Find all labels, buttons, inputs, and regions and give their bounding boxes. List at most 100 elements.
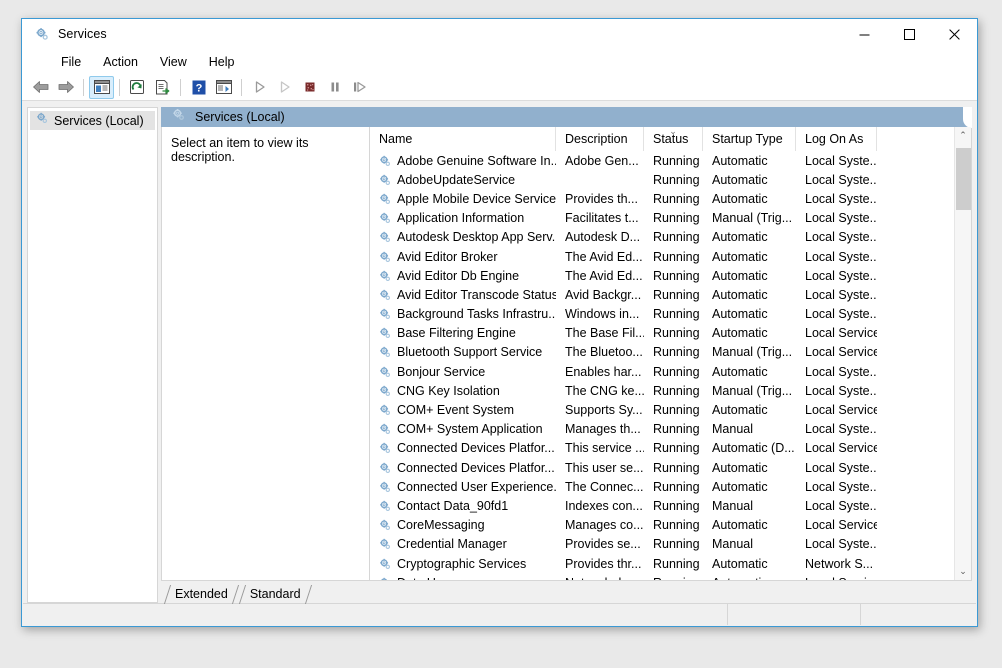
resume-service-icon[interactable] <box>272 76 297 99</box>
table-row[interactable]: Data UsageNetwork da...RunningAutomaticL… <box>370 573 954 580</box>
cell-logon: Local Syste... <box>796 192 877 206</box>
toolbar-separator <box>119 79 120 96</box>
table-row[interactable]: Connected Devices Platfor...This user se… <box>370 458 954 477</box>
table-row[interactable]: Bluetooth Support ServiceThe Bluetoo...R… <box>370 343 954 362</box>
show-hide-action-pane-icon[interactable] <box>211 76 236 99</box>
table-row[interactable]: Connected Devices Platfor...This service… <box>370 439 954 458</box>
cell-text: Application Information <box>397 211 524 225</box>
cell-status: Running <box>644 173 703 187</box>
menu-view[interactable]: View <box>149 52 198 72</box>
tree-node-services-local[interactable]: Services (Local) <box>30 111 155 130</box>
table-row[interactable]: Cryptographic ServicesProvides thr...Run… <box>370 554 954 573</box>
restart-service-icon[interactable] <box>347 76 372 99</box>
table-row[interactable]: Avid Editor Transcode StatusAvid Backgr.… <box>370 285 954 304</box>
table-row[interactable]: COM+ System ApplicationManages th...Runn… <box>370 420 954 439</box>
scroll-down-button[interactable]: ⌄ <box>955 563 972 580</box>
cell-description: The Base Fil... <box>556 326 644 340</box>
service-gear-icon <box>378 154 392 168</box>
table-row[interactable]: Contact Data_90fd1Indexes con...RunningM… <box>370 496 954 515</box>
start-service-icon[interactable] <box>247 76 272 99</box>
cell-startup: Manual (Trig... <box>703 345 796 359</box>
cell-text: Bluetooth Support Service <box>397 345 542 359</box>
table-row[interactable]: Background Tasks Infrastru...Windows in.… <box>370 305 954 324</box>
cell-text: Background Tasks Infrastru... <box>397 307 556 321</box>
column-header-name[interactable]: Name <box>370 127 556 151</box>
service-gear-icon <box>378 384 392 398</box>
cell-text: COM+ System Application <box>397 422 543 436</box>
cell-text: Avid Editor Db Engine <box>397 269 519 283</box>
console-tree-pane: Services (Local) <box>27 107 158 603</box>
maximize-button[interactable] <box>887 19 932 49</box>
table-row[interactable]: Apple Mobile Device ServiceProvides th..… <box>370 189 954 208</box>
table-row[interactable]: Avid Editor Db EngineThe Avid Ed...Runni… <box>370 266 954 285</box>
table-row[interactable]: CoreMessagingManages co...RunningAutomat… <box>370 516 954 535</box>
cell-text: Credential Manager <box>397 537 507 551</box>
table-row[interactable]: Base Filtering EngineThe Base Fil...Runn… <box>370 324 954 343</box>
service-gear-icon <box>378 269 392 283</box>
cell-status: Running <box>644 537 703 551</box>
menu-action[interactable]: Action <box>92 52 149 72</box>
table-row[interactable]: Credential ManagerProvides se...RunningM… <box>370 535 954 554</box>
close-button[interactable] <box>932 19 977 49</box>
column-header-status[interactable]: ⌄ Status <box>644 127 703 151</box>
show-hide-console-tree-icon[interactable] <box>89 76 114 99</box>
scroll-up-button[interactable]: ⌃ <box>955 127 972 144</box>
list-vertical-scrollbar[interactable]: ⌃ ⌄ <box>954 127 971 580</box>
cell-startup: Automatic <box>703 365 796 379</box>
forward-icon[interactable] <box>53 76 78 99</box>
cell-status: Running <box>644 269 703 283</box>
refresh-icon[interactable] <box>125 76 150 99</box>
service-gear-icon <box>378 576 392 580</box>
cell-startup: Manual (Trig... <box>703 211 796 225</box>
cell-description: Provides th... <box>556 192 644 206</box>
service-gear-icon <box>378 365 392 379</box>
service-gear-icon <box>378 345 392 359</box>
cell-description: Manages th... <box>556 422 644 436</box>
cell-text: Bonjour Service <box>397 365 485 379</box>
cell-description: The Avid Ed... <box>556 250 644 264</box>
cell-status: Running <box>644 365 703 379</box>
table-row[interactable]: Adobe Genuine Software In...Adobe Gen...… <box>370 151 954 170</box>
cell-status: Running <box>644 154 703 168</box>
cell-text: Data Usage <box>397 576 463 580</box>
services-gear-icon <box>34 26 50 42</box>
column-header-description[interactable]: Description <box>556 127 644 151</box>
column-header-startup-type[interactable]: Startup Type <box>703 127 796 151</box>
cell-text: Connected Devices Platfor... <box>397 441 555 455</box>
column-header-log-on-as[interactable]: Log On As <box>796 127 877 151</box>
scroll-thumb[interactable] <box>956 148 971 210</box>
scroll-track[interactable] <box>955 144 972 563</box>
service-gear-icon <box>378 499 392 513</box>
table-row[interactable]: Application InformationFacilitates t...R… <box>370 209 954 228</box>
cell-name: Data Usage <box>370 576 556 580</box>
stop-service-icon[interactable] <box>297 76 322 99</box>
cell-name: Bonjour Service <box>370 365 556 379</box>
cell-startup: Automatic <box>703 326 796 340</box>
table-row[interactable]: Avid Editor BrokerThe Avid Ed...RunningA… <box>370 247 954 266</box>
help-icon[interactable]: ? <box>186 76 211 99</box>
table-row[interactable]: Bonjour ServiceEnables har...RunningAuto… <box>370 362 954 381</box>
table-row[interactable]: AdobeUpdateServiceRunningAutomaticLocal … <box>370 170 954 189</box>
cell-startup: Automatic <box>703 576 796 580</box>
tab-standard[interactable]: Standard <box>238 584 311 603</box>
cell-logon: Local Service <box>796 345 877 359</box>
export-list-icon[interactable] <box>150 76 175 99</box>
service-gear-icon <box>378 557 392 571</box>
column-header-label: Name <box>379 132 412 146</box>
minimize-button[interactable] <box>842 19 887 49</box>
menu-help[interactable]: Help <box>198 52 246 72</box>
table-row[interactable]: Connected User Experience...The Connec..… <box>370 477 954 496</box>
back-icon[interactable] <box>28 76 53 99</box>
cell-name: Application Information <box>370 211 556 225</box>
cell-startup: Automatic <box>703 461 796 475</box>
tree-node-label: Services (Local) <box>54 114 144 128</box>
pause-service-icon[interactable] <box>322 76 347 99</box>
tab-extended[interactable]: Extended <box>163 584 238 603</box>
table-row[interactable]: COM+ Event SystemSupports Sy...RunningAu… <box>370 400 954 419</box>
table-row[interactable]: Autodesk Desktop App Serv...Autodesk D..… <box>370 228 954 247</box>
cell-status: Running <box>644 403 703 417</box>
table-row[interactable]: CNG Key IsolationThe CNG ke...RunningMan… <box>370 381 954 400</box>
cell-description: Supports Sy... <box>556 403 644 417</box>
menu-file[interactable]: File <box>50 52 92 72</box>
window-controls <box>842 19 977 49</box>
